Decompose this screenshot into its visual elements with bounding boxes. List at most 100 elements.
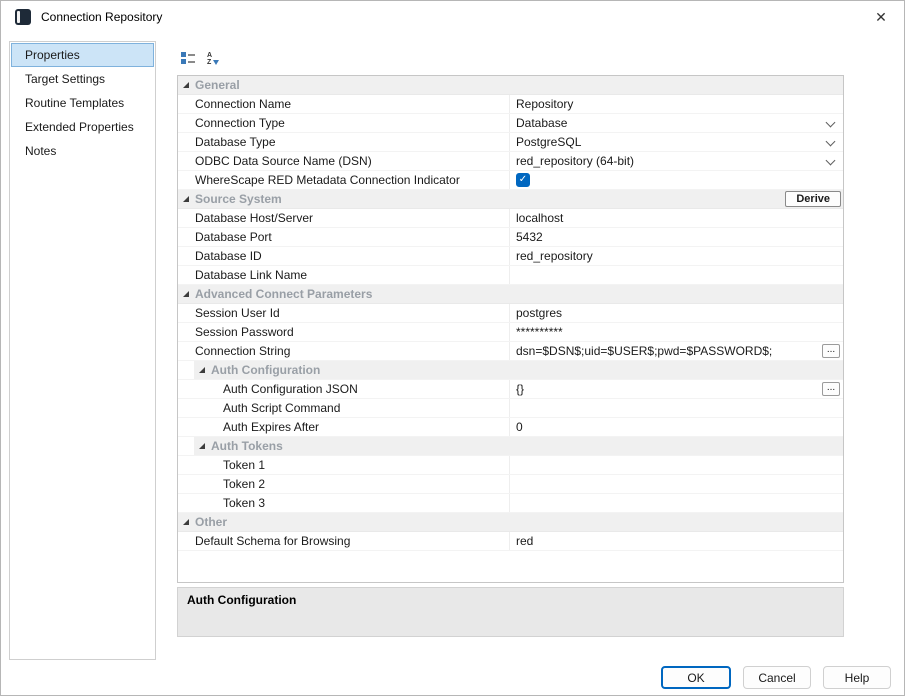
chevron-down-icon[interactable]: [826, 137, 836, 147]
subcategory-label: Auth Configuration: [211, 363, 320, 377]
auth-script-command-field[interactable]: [510, 399, 843, 417]
collapse-arrow-icon[interactable]: [199, 367, 205, 373]
collapse-arrow-icon[interactable]: [183, 196, 189, 202]
session-user-id-field[interactable]: postgres: [510, 304, 843, 322]
property-label: Token 1: [178, 456, 510, 474]
property-label: Token 2: [178, 475, 510, 493]
subcategory-row-auth-configuration[interactable]: Auth Configuration: [178, 361, 843, 380]
category-row-general[interactable]: General: [178, 76, 843, 95]
property-label: WhereScape RED Metadata Connection Indic…: [178, 171, 510, 189]
token-3-field[interactable]: [510, 494, 843, 512]
property-row-connection-string: Connection String dsn=$DSN$;uid=$USER$;p…: [178, 342, 843, 361]
metadata-indicator-checkbox[interactable]: ✓: [516, 173, 530, 187]
odbc-dsn-dropdown[interactable]: red_repository (64-bit): [510, 152, 843, 170]
property-row-session-user-id: Session User Id postgres: [178, 304, 843, 323]
property-label: Auth Script Command: [178, 399, 510, 417]
property-row-auth-script-command: Auth Script Command: [178, 399, 843, 418]
property-label: Connection Name: [178, 95, 510, 113]
property-row-database-type: Database Type PostgreSQL: [178, 133, 843, 152]
category-row-other[interactable]: Other: [178, 513, 843, 532]
sidebar-item-properties[interactable]: Properties: [11, 43, 154, 67]
property-label: Database Host/Server: [178, 209, 510, 227]
window-title: Connection Repository: [41, 10, 162, 24]
auth-expires-after-field[interactable]: 0: [510, 418, 843, 436]
property-label: Session Password: [178, 323, 510, 341]
help-button[interactable]: Help: [823, 666, 891, 689]
property-label: ODBC Data Source Name (DSN): [178, 152, 510, 170]
property-row-token-2: Token 2: [178, 475, 843, 494]
close-icon[interactable]: ✕: [858, 1, 904, 33]
categorized-view-icon[interactable]: [179, 50, 197, 68]
sidebar-item-label: Properties: [25, 48, 80, 62]
category-label: General: [195, 78, 240, 92]
connection-string-field[interactable]: dsn=$DSN$;uid=$USER$;pwd=$PASSWORD$;...: [510, 342, 843, 360]
sort-arrow-icon: [213, 60, 219, 65]
sidebar-item-label: Routine Templates: [25, 96, 124, 110]
ok-button[interactable]: OK: [661, 666, 731, 689]
database-type-dropdown[interactable]: PostgreSQL: [510, 133, 843, 151]
description-panel: Auth Configuration: [177, 587, 844, 637]
property-label: Default Schema for Browsing: [178, 532, 510, 550]
property-label: Connection String: [178, 342, 510, 360]
category-row-advanced-connect-parameters[interactable]: Advanced Connect Parameters: [178, 285, 843, 304]
token-1-field[interactable]: [510, 456, 843, 474]
database-id-field[interactable]: red_repository: [510, 247, 843, 265]
property-label: Token 3: [178, 494, 510, 512]
sidebar-item-target-settings[interactable]: Target Settings: [11, 67, 154, 91]
connection-name-field[interactable]: Repository: [510, 95, 843, 113]
connection-type-dropdown[interactable]: Database: [510, 114, 843, 132]
alphabetical-sort-icon[interactable]: A Z: [204, 50, 222, 68]
sidebar-item-extended-properties[interactable]: Extended Properties: [11, 115, 154, 139]
property-row-odbc-dsn: ODBC Data Source Name (DSN) red_reposito…: [178, 152, 843, 171]
property-row-auth-configuration-json: Auth Configuration JSON {}...: [178, 380, 843, 399]
check-icon: ✓: [519, 174, 527, 186]
category-label: Source System: [195, 192, 282, 206]
database-link-name-field[interactable]: [510, 266, 843, 284]
property-row-session-password: Session Password **********: [178, 323, 843, 342]
category-row-source-system[interactable]: Source System Derive: [178, 190, 843, 209]
property-label: Database Type: [178, 133, 510, 151]
property-row-database-host: Database Host/Server localhost: [178, 209, 843, 228]
collapse-arrow-icon[interactable]: [183, 291, 189, 297]
collapse-arrow-icon[interactable]: [183, 519, 189, 525]
chevron-down-icon[interactable]: [826, 156, 836, 166]
property-row-connection-type: Connection Type Database: [178, 114, 843, 133]
cancel-button[interactable]: Cancel: [743, 666, 811, 689]
description-title: Auth Configuration: [187, 593, 834, 607]
database-port-field[interactable]: 5432: [510, 228, 843, 246]
property-label: Auth Expires After: [178, 418, 510, 436]
property-grid-toolbar: A Z: [179, 48, 222, 70]
connection-repository-dialog: Connection Repository ✕ Properties Targe…: [0, 0, 905, 696]
property-label: Database ID: [178, 247, 510, 265]
property-row-token-3: Token 3: [178, 494, 843, 513]
app-icon: [15, 9, 31, 25]
property-row-metadata-indicator: WhereScape RED Metadata Connection Indic…: [178, 171, 843, 190]
property-label: Auth Configuration JSON: [178, 380, 510, 398]
title-bar: Connection Repository ✕: [1, 1, 904, 33]
property-label: Session User Id: [178, 304, 510, 322]
property-label: Database Port: [178, 228, 510, 246]
database-host-field[interactable]: localhost: [510, 209, 843, 227]
token-2-field[interactable]: [510, 475, 843, 493]
sidebar-item-routine-templates[interactable]: Routine Templates: [11, 91, 154, 115]
property-row-database-id: Database ID red_repository: [178, 247, 843, 266]
footer-buttons: OK Cancel Help: [661, 666, 891, 689]
derive-button[interactable]: Derive: [785, 191, 841, 207]
sidebar-item-label: Notes: [25, 144, 56, 158]
chevron-down-icon[interactable]: [826, 118, 836, 128]
subcategory-row-auth-tokens[interactable]: Auth Tokens: [178, 437, 843, 456]
sidebar-item-notes[interactable]: Notes: [11, 139, 154, 163]
property-row-default-schema: Default Schema for Browsing red: [178, 532, 843, 551]
ellipsis-button[interactable]: ...: [822, 382, 840, 396]
property-row-token-1: Token 1: [178, 456, 843, 475]
category-label: Advanced Connect Parameters: [195, 287, 372, 301]
auth-configuration-json-field[interactable]: {}...: [510, 380, 843, 398]
property-grid: General Connection Name Repository Conne…: [177, 75, 844, 583]
ellipsis-button[interactable]: ...: [822, 344, 840, 358]
session-password-field[interactable]: **********: [510, 323, 843, 341]
collapse-arrow-icon[interactable]: [199, 443, 205, 449]
default-schema-field[interactable]: red: [510, 532, 843, 550]
collapse-arrow-icon[interactable]: [183, 82, 189, 88]
property-row-database-port: Database Port 5432: [178, 228, 843, 247]
property-row-auth-expires-after: Auth Expires After 0: [178, 418, 843, 437]
